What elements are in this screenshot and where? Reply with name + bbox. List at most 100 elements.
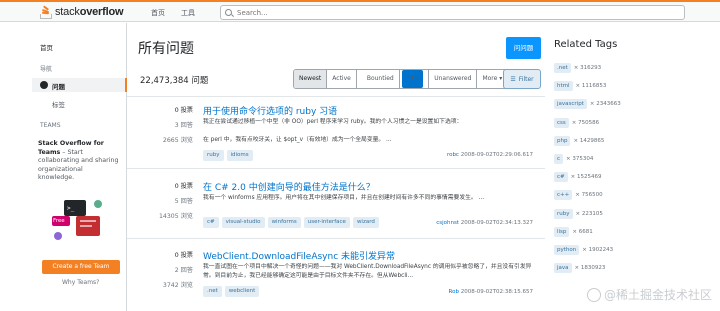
top-bar: stackoverflow 首页 工具 bbox=[0, 0, 720, 22]
question-row: 0 投票 3 回答 2665 浏览 用于使用命令行选项的 ruby 习语 我正在… bbox=[127, 96, 545, 168]
related-tag[interactable]: c bbox=[554, 154, 564, 164]
tag[interactable]: webclient bbox=[224, 286, 260, 297]
related-tag[interactable]: java bbox=[554, 263, 572, 274]
related-tag[interactable]: .net bbox=[554, 63, 571, 73]
sort-newest[interactable]: Newest bbox=[294, 70, 328, 88]
question-row: 0 投票 2 回答 3742 浏览 WebClient.DownloadFile… bbox=[127, 238, 545, 311]
related-tag[interactable]: python bbox=[554, 245, 580, 255]
nav-home[interactable]: 首页 bbox=[151, 8, 165, 18]
juejin-logo-icon bbox=[586, 287, 601, 302]
sidebar-teams-heading: TEAMS bbox=[40, 122, 61, 129]
related-tag[interactable]: javascript bbox=[554, 99, 587, 110]
vote-count: 0 投票 bbox=[174, 183, 193, 190]
related-tag-count: × 1525469 bbox=[570, 174, 602, 181]
view-count: 2665 浏览 bbox=[162, 137, 193, 144]
related-tag-row: java × 1830923 bbox=[554, 263, 605, 274]
related-tag-count: × 750586 bbox=[571, 119, 600, 126]
related-tag-count: × 756500 bbox=[575, 192, 603, 199]
related-tag-row: python × 1902243 bbox=[554, 245, 613, 255]
tag[interactable]: wizard bbox=[352, 217, 379, 228]
answer-count: 3 回答 bbox=[174, 122, 193, 129]
question-meta: robc 2008-09-02T02:29:06.617 bbox=[446, 152, 533, 158]
sidebar-item-tags[interactable]: 标签 bbox=[52, 99, 65, 109]
related-tag[interactable]: css bbox=[554, 117, 569, 128]
watermark: @稀土掘金技术社区 bbox=[586, 286, 712, 303]
tag[interactable]: idioms bbox=[226, 150, 253, 161]
question-title[interactable]: 在 C# 2.0 中创建向导的最佳方法是什么？ bbox=[203, 180, 375, 193]
stackoverflow-logo[interactable]: stackoverflow bbox=[40, 4, 124, 19]
vote-count: 0 投票 bbox=[174, 252, 193, 259]
globe-icon bbox=[40, 81, 48, 89]
question-title[interactable]: 用于使用命令行选项的 ruby 习语 bbox=[203, 104, 337, 117]
question-meta: Rob 2008-09-02T02:38:15.657 bbox=[448, 289, 533, 295]
answer-count: 2 回答 bbox=[174, 267, 193, 274]
question-row: 0 投票 5 回答 14305 浏览 在 C# 2.0 中创建向导的最佳方法是什… bbox=[127, 168, 545, 238]
question-title[interactable]: WebClient.DownloadFileAsync 未能引发异常 bbox=[203, 249, 395, 262]
tag[interactable]: c# bbox=[203, 217, 219, 228]
related-tag[interactable]: ruby bbox=[554, 208, 573, 219]
create-free-team-button[interactable]: Create a free Team bbox=[42, 260, 120, 274]
related-tag-row: html × 1116853 bbox=[554, 81, 607, 92]
user-link[interactable]: Rob bbox=[449, 289, 459, 295]
question-tags: .net webclient bbox=[203, 286, 260, 297]
related-tag-count: × 316293 bbox=[573, 65, 602, 71]
page-title: 所有问题 bbox=[138, 41, 194, 57]
related-tag-row: c × 375304 bbox=[554, 154, 593, 164]
sidebar-home[interactable]: 首页 bbox=[40, 42, 53, 52]
sidebar-public-heading: 导航 bbox=[40, 66, 53, 73]
nav-tools[interactable]: 工具 bbox=[181, 8, 195, 18]
related-tag-row: c# × 1525469 bbox=[554, 172, 602, 183]
tag[interactable]: ruby bbox=[203, 150, 224, 161]
related-tag-row: .net × 316293 bbox=[554, 63, 601, 73]
sort-active[interactable]: Active bbox=[327, 70, 357, 88]
question-count: 22,473,384 问题 bbox=[140, 76, 209, 86]
tag[interactable]: winforms bbox=[267, 217, 301, 228]
related-tag-row: c++ × 756500 bbox=[554, 190, 603, 201]
related-tag-row: css × 750586 bbox=[554, 117, 600, 128]
user-link[interactable]: robc bbox=[447, 152, 459, 158]
related-tag-count: × 2343663 bbox=[589, 101, 621, 108]
user-link[interactable]: csjohnst bbox=[436, 220, 459, 226]
free-badge: Free bbox=[53, 218, 65, 224]
ask-question-button[interactable]: 问问题 bbox=[506, 37, 541, 59]
view-count: 14305 浏览 bbox=[158, 213, 193, 220]
sort-filter-group: Newest Active Bountied 318 Unanswered Mor… bbox=[293, 69, 509, 89]
related-tag[interactable]: c++ bbox=[554, 190, 573, 201]
teams-promo-text: Stack Overflow for Teams – Start collabo… bbox=[38, 140, 119, 181]
related-tag-row: javascript × 2343663 bbox=[554, 99, 621, 110]
stack-logo-icon bbox=[40, 4, 52, 19]
question-tags: c# visual-studio winforms user-interface… bbox=[203, 217, 379, 228]
logo-text: stackoverflow bbox=[55, 6, 124, 18]
related-tag-count: × 223105 bbox=[575, 210, 603, 217]
question-excerpt: 我一直试图在一个项目中解决一个奇怪的问题——我对 WebClient.Downl… bbox=[203, 264, 532, 279]
answer-count: 5 回答 bbox=[174, 198, 193, 205]
question-excerpt: 我有一个 winforms 应用程序。用户将在其中创建保存项目，并且在创建时间有… bbox=[203, 195, 485, 201]
question-meta: csjohnst 2008-09-02T02:34:13.327 bbox=[436, 220, 533, 226]
sidebar-questions-label[interactable]: 问题 bbox=[52, 81, 65, 91]
vote-count: 0 投票 bbox=[174, 107, 193, 114]
svg-text:>_: >_ bbox=[67, 205, 75, 212]
related-tag[interactable]: lisp bbox=[554, 226, 570, 237]
tag[interactable]: .net bbox=[203, 286, 222, 297]
related-tags-title: Related Tags bbox=[554, 39, 618, 50]
filter-icon: ☰ bbox=[510, 75, 516, 83]
related-tag-count: × 1116853 bbox=[575, 83, 607, 90]
related-tag[interactable]: c# bbox=[554, 172, 568, 183]
related-tag-count: × 6681 bbox=[572, 228, 593, 235]
related-tag-row: php × 1429865 bbox=[554, 135, 605, 146]
question-tags: ruby idioms bbox=[203, 150, 253, 161]
related-tag-count: × 1902243 bbox=[582, 247, 614, 253]
related-tag-row: lisp × 6681 bbox=[554, 226, 593, 237]
tag[interactable]: user-interface bbox=[303, 217, 350, 228]
related-tag[interactable]: php bbox=[554, 135, 571, 146]
search-box[interactable] bbox=[220, 5, 685, 20]
question-excerpt: 我正在尝试通过移植一个中型（非 OO）perl 程序来学习 ruby。我的个人习… bbox=[203, 119, 463, 143]
related-tag-count: × 1429865 bbox=[573, 137, 605, 144]
filter-button[interactable]: ☰ Filter bbox=[503, 69, 541, 89]
why-teams-link[interactable]: Why Teams? bbox=[62, 279, 99, 286]
sort-unanswered[interactable]: Unanswered bbox=[429, 70, 478, 88]
related-tag[interactable]: html bbox=[554, 81, 573, 92]
tag[interactable]: visual-studio bbox=[221, 217, 265, 228]
sort-bountied[interactable]: Bountied 318 bbox=[357, 70, 430, 88]
search-input[interactable] bbox=[237, 8, 637, 17]
